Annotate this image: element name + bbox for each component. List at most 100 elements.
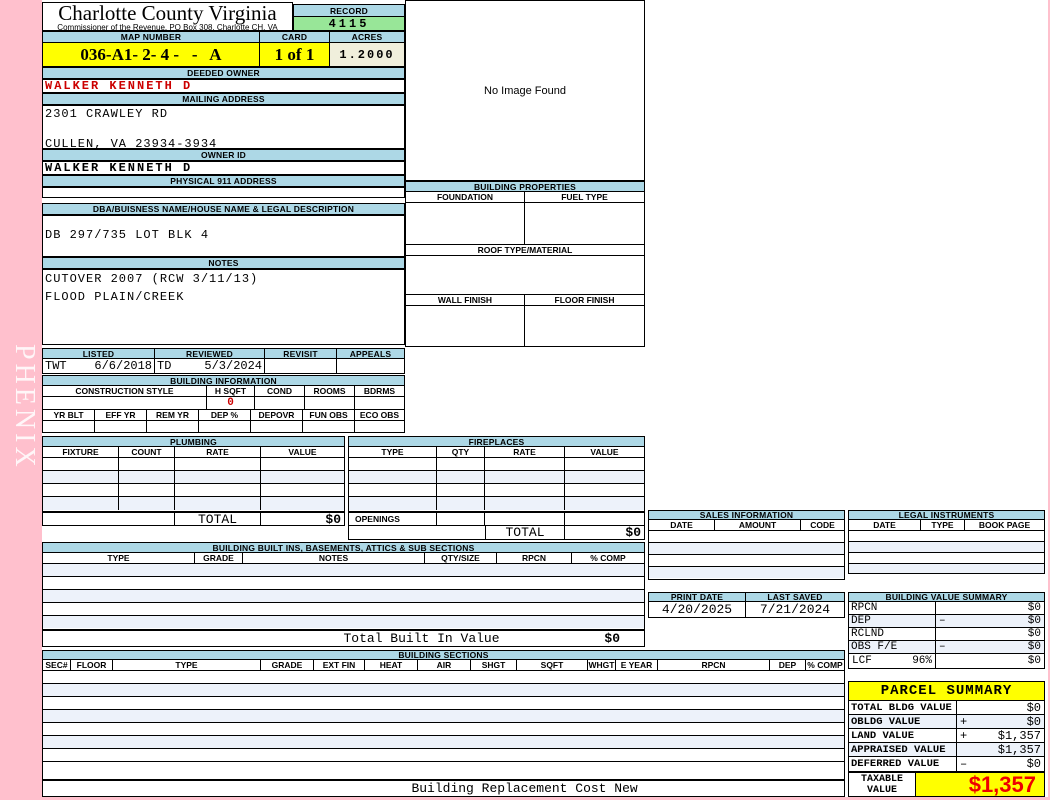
foundation-value[interactable] (406, 203, 525, 244)
map-card-acres: MAP NUMBER CARD ACRES 036-A1- 2- 4 - - A… (42, 31, 405, 67)
legal-row[interactable] (849, 553, 1044, 564)
built-ins-row[interactable] (43, 564, 644, 577)
fireplaces-row[interactable] (349, 484, 644, 497)
county-title: Charlotte County Virginia (58, 1, 277, 25)
built-ins-col-notes: NOTES (243, 553, 425, 563)
physical-911-value[interactable] (42, 187, 405, 198)
building-sections-row[interactable] (43, 697, 844, 710)
effyr-value[interactable] (95, 421, 147, 432)
sales-col-amount: AMOUNT (715, 520, 801, 530)
cond-value[interactable] (255, 397, 305, 409)
sales-row[interactable] (649, 567, 844, 578)
building-sections-row[interactable] (43, 736, 844, 749)
lcf-label: LCF (852, 655, 872, 667)
fireplaces-row[interactable] (349, 458, 644, 471)
hsqft-value[interactable]: 0 (207, 397, 255, 409)
lcf-percent: 96% (912, 655, 932, 667)
acres-value[interactable]: 1.2000 (330, 43, 404, 66)
deferred-label: DEFERRED VALUE (849, 757, 957, 771)
legal-row[interactable] (849, 542, 1044, 553)
dep-pct-value[interactable] (199, 421, 251, 432)
county-header: Charlotte County Virginia Commissioner o… (42, 1, 293, 32)
plumbing-row[interactable] (43, 471, 344, 484)
openings-label: OPENINGS (349, 513, 437, 525)
depovr-value[interactable] (251, 421, 303, 432)
listed-value[interactable]: TWT 6/6/2018 (43, 359, 155, 373)
yrblt-value[interactable] (43, 421, 95, 432)
owner-id-value[interactable]: WALKER KENNETH D (42, 161, 405, 175)
rooms-value[interactable] (305, 397, 355, 409)
notes-box[interactable]: CUTOVER 2007 (RCW 3/11/13) FLOOD PLAIN/C… (42, 269, 405, 345)
plumbing-row[interactable] (43, 458, 344, 471)
mailing-address-box[interactable]: 2301 CRAWLEY RD CULLEN, VA 23934-3934 (42, 105, 405, 151)
legal-row[interactable] (849, 531, 1044, 542)
parcel-record-card: PHENIX Charlotte County Virginia Commiss… (0, 0, 1050, 800)
fuel-type-value[interactable] (525, 203, 644, 244)
dba-label: DBA/BUISNESS NAME/HOUSE NAME & LEGAL DES… (42, 203, 405, 215)
deeded-owner-value[interactable]: WALKER KENNETH D (42, 79, 405, 93)
sections-col-type: TYPE (113, 660, 261, 670)
built-ins-row[interactable] (43, 603, 644, 616)
fireplaces-row[interactable] (349, 497, 644, 510)
appeals-value[interactable] (337, 359, 404, 373)
fireplaces-row[interactable] (349, 471, 644, 484)
sales-col-code: CODE (810, 520, 835, 530)
remyr-value[interactable] (147, 421, 199, 432)
openings-value[interactable] (437, 513, 485, 525)
plumbing-col-value: VALUE (288, 447, 317, 457)
deeded-owner-label: DEEDED OWNER (42, 67, 405, 79)
legal-row[interactable] (849, 564, 1044, 573)
revisit-value[interactable] (265, 359, 337, 373)
rpcn-value: $0 (1027, 602, 1041, 614)
dba-box[interactable]: DB 297/735 LOT BLK 4 (42, 215, 405, 257)
appraised-value: $1,357 (997, 743, 1041, 756)
built-ins-col-qtysize: QTY/SIZE (425, 553, 497, 563)
phenix-watermark: PHENIX (9, 343, 40, 471)
sales-row[interactable] (649, 543, 844, 555)
record-value[interactable]: 4115 (293, 17, 405, 31)
roof-type-value[interactable] (405, 256, 645, 295)
building-sections-row[interactable] (43, 684, 844, 697)
building-sections-footer: Building Replacement Cost New (411, 781, 638, 796)
built-ins-row[interactable] (43, 616, 644, 628)
wall-finish-value[interactable] (406, 306, 525, 346)
owner-id-label: OWNER ID (42, 149, 405, 161)
acres-label: ACRES (330, 31, 405, 43)
built-ins-row[interactable] (43, 590, 644, 603)
ecoobs-value[interactable] (355, 421, 404, 432)
plumbing-row[interactable] (43, 484, 344, 497)
legal-col-type: TYPE (921, 520, 965, 530)
summary-row-obs: OBS F/E – $0 (849, 641, 1044, 654)
building-sections-row[interactable] (43, 762, 844, 779)
dep-op: – (939, 615, 946, 627)
building-sections-row[interactable] (43, 671, 844, 684)
deferred-op: – (960, 757, 968, 771)
parcel-summary: PARCEL SUMMARY TOTAL BLDG VALUE $0 OBLDG… (848, 681, 1045, 797)
building-sections-row[interactable] (43, 749, 844, 762)
obldg-label: OBLDG VALUE (849, 715, 957, 728)
construction-style-value[interactable] (43, 397, 207, 409)
building-sections-row[interactable] (43, 723, 844, 736)
plumbing-total-label: TOTAL (175, 513, 261, 525)
cond-label: COND (255, 386, 305, 396)
property-image-panel: No Image Found (405, 0, 645, 181)
dep-value: $0 (1027, 615, 1041, 627)
card-value[interactable]: 1 of 1 (260, 43, 330, 66)
plumbing-row[interactable] (43, 497, 344, 510)
fireplaces-total-value: $0 (625, 526, 641, 539)
built-ins-col-type: TYPE (43, 553, 195, 563)
bdrms-value[interactable] (355, 397, 404, 409)
reviewed-value[interactable]: TD 5/3/2024 (155, 359, 265, 373)
built-ins-row[interactable] (43, 577, 644, 590)
land-value: $1,357 (997, 729, 1041, 742)
legal-description: DB 297/735 LOT BLK 4 (45, 228, 210, 242)
land-op: + (960, 729, 968, 742)
map-number-value[interactable]: 036-A1- 2- 4 - - A (43, 43, 260, 66)
building-sections-row[interactable] (43, 710, 844, 723)
built-ins-total-value: $0 (604, 631, 620, 646)
sales-row[interactable] (649, 555, 844, 567)
funobs-value[interactable] (303, 421, 355, 432)
building-value-summary: BUILDING VALUE SUMMARY RPCN $0 DEP – $0 … (848, 592, 1045, 670)
floor-finish-value[interactable] (525, 306, 644, 346)
sales-row[interactable] (649, 531, 844, 543)
